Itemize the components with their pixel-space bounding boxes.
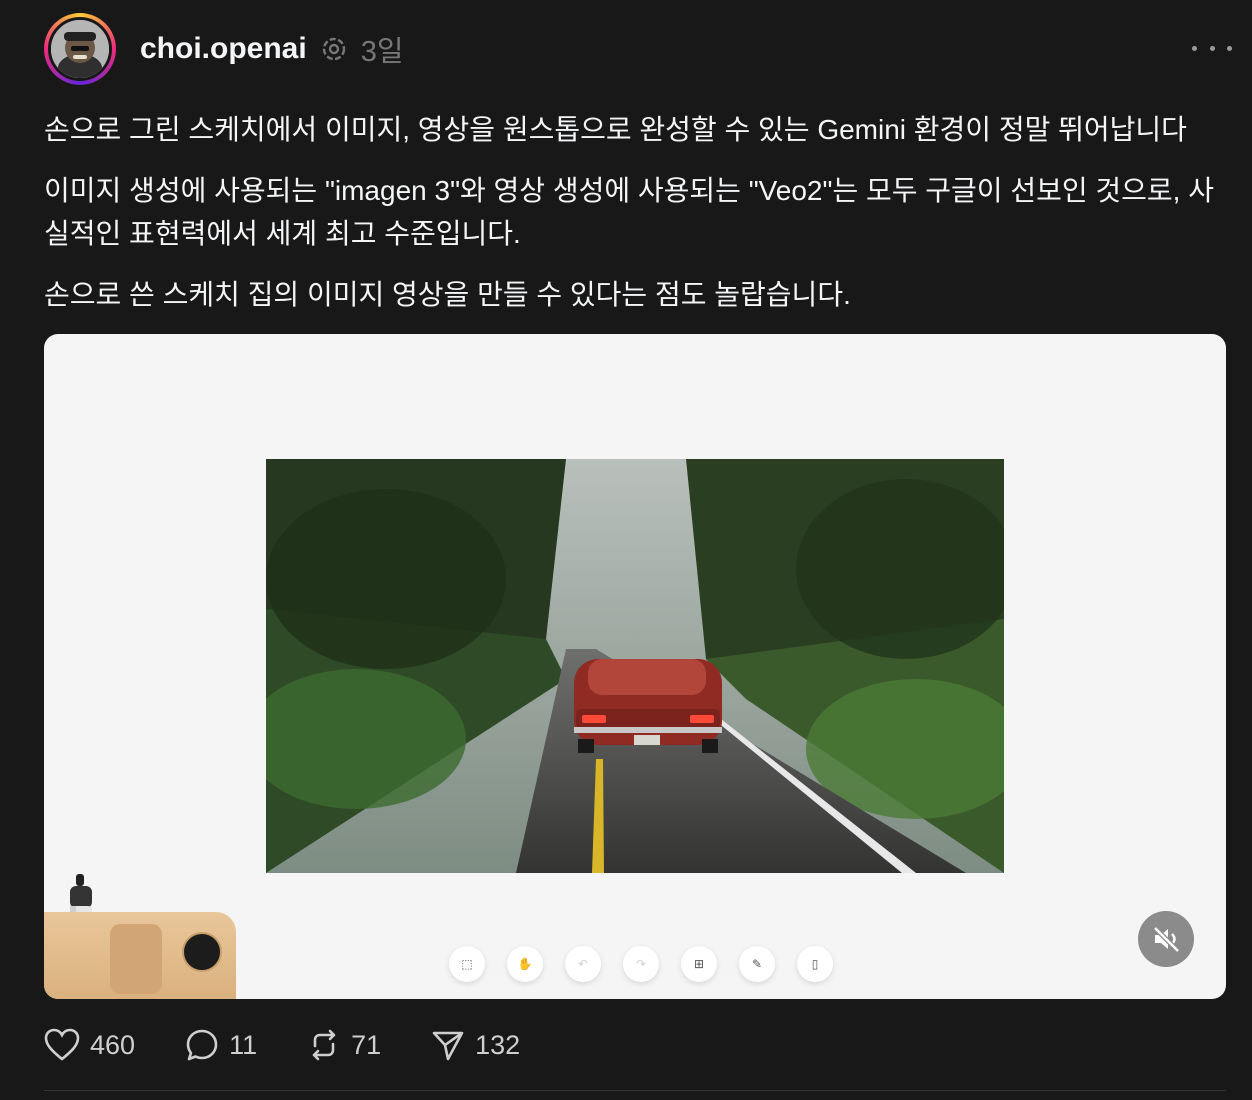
- delete-icon[interactable]: ▯: [797, 946, 833, 982]
- speaker-muted-icon: [1153, 926, 1180, 953]
- post-paragraph-3: 손으로 쓴 스케치 집의 이미지 영상을 만들 수 있다는 점도 놀랍습니다.: [44, 279, 851, 310]
- send-icon: [432, 1031, 464, 1061]
- pen-tray: [44, 912, 236, 999]
- repost-icon: [312, 1029, 336, 1061]
- tray-slot: [110, 924, 162, 994]
- tray-knob: [182, 932, 222, 972]
- avatar-image: [48, 17, 112, 81]
- share-button[interactable]: 132: [431, 1028, 520, 1062]
- reply-button[interactable]: 11: [185, 1028, 257, 1062]
- post-text: 손으로 그린 스케치에서 이미지, 영상을 원스톱으로 완성할 수 있는 Gem…: [44, 108, 1232, 334]
- share-count: 132: [475, 1029, 521, 1060]
- post-actions: 460 11 71 132: [44, 1028, 570, 1062]
- mute-button[interactable]: [1138, 911, 1194, 967]
- repost-button[interactable]: 71: [307, 1028, 381, 1062]
- select-icon[interactable]: ⬚: [449, 946, 485, 982]
- heart-icon: [44, 1028, 80, 1061]
- redo-icon[interactable]: ↷: [623, 946, 659, 982]
- add-image-icon[interactable]: ⊞: [681, 946, 717, 982]
- hand-icon[interactable]: ✋: [507, 946, 543, 982]
- like-button[interactable]: 460: [44, 1028, 135, 1062]
- username[interactable]: choi.openai: [140, 32, 307, 66]
- post-header: choi.openai 3일: [44, 13, 1232, 85]
- threads-badge-icon: [322, 37, 345, 61]
- canvas-toolbar: ⬚ ✋ ↶ ↷ ⊞ ✎ ▯: [449, 946, 833, 982]
- post-time: 3일: [360, 36, 404, 68]
- post-paragraph-2: 이미지 생성에 사용되는 "imagen 3"와 영상 생성에 사용되는 "Ve…: [44, 175, 1215, 249]
- reply-count: 11: [229, 1029, 258, 1060]
- post-divider: [44, 1090, 1226, 1091]
- repost-count: 71: [351, 1029, 382, 1060]
- comment-icon: [186, 1029, 218, 1061]
- more-options-icon[interactable]: [1192, 33, 1232, 63]
- undo-icon[interactable]: ↶: [565, 946, 601, 982]
- like-count: 460: [90, 1029, 136, 1060]
- post-paragraph-1: 손으로 그린 스케치에서 이미지, 영상을 원스톱으로 완성할 수 있는 Gem…: [44, 114, 1187, 145]
- post-video[interactable]: ⬚ ✋ ↶ ↷ ⊞ ✎ ▯: [44, 334, 1226, 999]
- edit-icon[interactable]: ✎: [739, 946, 775, 982]
- avatar[interactable]: [44, 13, 116, 85]
- video-frame-forest-road: [266, 459, 1004, 873]
